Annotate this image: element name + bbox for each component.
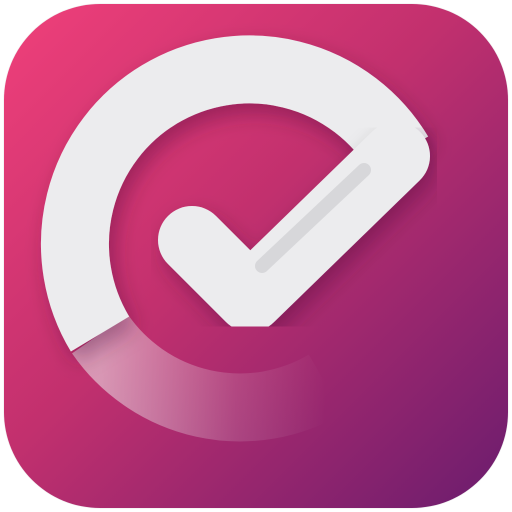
app-icon[interactable] (4, 4, 508, 508)
check-ring-icon (4, 4, 508, 508)
canvas (0, 0, 512, 512)
